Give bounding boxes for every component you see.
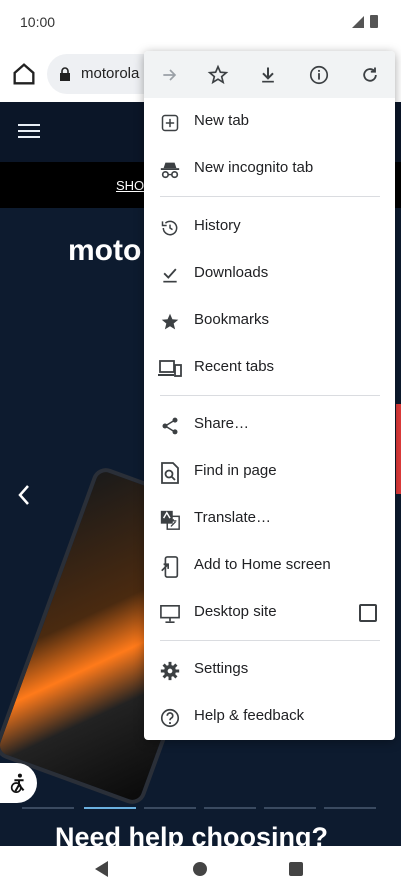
add-to-home-icon bbox=[158, 555, 182, 579]
forward-icon[interactable] bbox=[158, 63, 182, 87]
nav-back-icon[interactable] bbox=[95, 861, 108, 877]
lock-icon bbox=[59, 67, 71, 86]
menu-item-help-feedback[interactable]: Help & feedback bbox=[144, 694, 395, 740]
new-tab-icon bbox=[158, 111, 182, 135]
menu-item-label: History bbox=[194, 217, 241, 234]
menu-item-label: Share… bbox=[194, 415, 250, 432]
menu-divider bbox=[160, 640, 380, 641]
system-nav-bar bbox=[0, 846, 401, 892]
menu-item-label: Bookmarks bbox=[194, 311, 270, 328]
nav-home-icon[interactable] bbox=[193, 862, 207, 876]
menu-item-label: Help & feedback bbox=[194, 707, 305, 724]
menu-item-desktop-site[interactable]: Desktop site bbox=[144, 590, 395, 637]
menu-item-label: Recent tabs bbox=[194, 358, 275, 375]
download-icon[interactable] bbox=[256, 63, 280, 87]
clock: 10:00 bbox=[20, 14, 56, 30]
cta-heading: Need help choosing? bbox=[55, 822, 329, 846]
menu-item-share[interactable]: Share… bbox=[144, 402, 395, 449]
desktop-site-checkbox[interactable] bbox=[359, 604, 377, 622]
menu-item-find-in-page[interactable]: Find in page bbox=[144, 449, 395, 496]
signal-icon bbox=[352, 16, 364, 28]
brand-title: moto bbox=[68, 234, 142, 267]
menu-item-label: Downloads bbox=[194, 264, 269, 281]
menu-item-settings[interactable]: Settings bbox=[144, 647, 395, 694]
star-icon bbox=[158, 310, 182, 334]
menu-item-history[interactable]: History bbox=[144, 204, 395, 251]
help-icon bbox=[158, 706, 182, 730]
menu-item-downloads[interactable]: Downloads bbox=[144, 251, 395, 298]
desktop-icon bbox=[158, 602, 182, 626]
menu-item-label: Find in page bbox=[194, 462, 277, 479]
menu-item-label: Desktop site bbox=[194, 603, 277, 620]
bookmark-star-icon[interactable] bbox=[206, 63, 230, 87]
battery-icon bbox=[370, 15, 378, 28]
devices-icon bbox=[158, 357, 182, 381]
menu-item-label: New tab bbox=[194, 112, 250, 129]
translate-icon bbox=[158, 508, 182, 532]
menu-divider bbox=[160, 395, 380, 396]
home-icon[interactable] bbox=[10, 60, 38, 88]
menu-item-label: New incognito tab bbox=[194, 159, 314, 176]
menu-item-add-to-home-screen[interactable]: Add to Home screen bbox=[144, 543, 395, 590]
chrome-overflow-menu: New tab New incognito tab History Downlo… bbox=[144, 51, 395, 740]
share-icon bbox=[158, 414, 182, 438]
status-bar: 10:00 bbox=[0, 0, 401, 46]
menu-item-new-tab[interactable]: New tab bbox=[144, 99, 395, 146]
carousel-prev-icon[interactable] bbox=[16, 484, 32, 511]
history-icon bbox=[158, 216, 182, 240]
menu-item-recent-tabs[interactable]: Recent tabs bbox=[144, 345, 395, 392]
carousel-indicators bbox=[22, 807, 382, 811]
menu-item-new-incognito-tab[interactable]: New incognito tab bbox=[144, 146, 395, 193]
side-accent bbox=[396, 404, 401, 494]
menu-item-label: Add to Home screen bbox=[194, 556, 331, 573]
info-icon[interactable] bbox=[307, 63, 331, 87]
promo-link[interactable]: SHO bbox=[116, 178, 144, 193]
hamburger-menu-icon[interactable] bbox=[18, 124, 40, 126]
gear-icon bbox=[158, 659, 182, 683]
downloads-check-icon bbox=[158, 263, 182, 287]
menu-item-translate[interactable]: Translate… bbox=[144, 496, 395, 543]
refresh-icon[interactable] bbox=[358, 63, 382, 87]
menu-toolbar bbox=[144, 51, 395, 98]
menu-item-label: Translate… bbox=[194, 509, 271, 526]
menu-divider bbox=[160, 196, 380, 197]
menu-item-bookmarks[interactable]: Bookmarks bbox=[144, 298, 395, 345]
nav-recents-icon[interactable] bbox=[289, 862, 303, 876]
incognito-icon bbox=[158, 158, 182, 182]
url-text: motorola bbox=[81, 65, 140, 82]
menu-item-label: Settings bbox=[194, 660, 249, 677]
find-in-page-icon bbox=[158, 461, 182, 485]
